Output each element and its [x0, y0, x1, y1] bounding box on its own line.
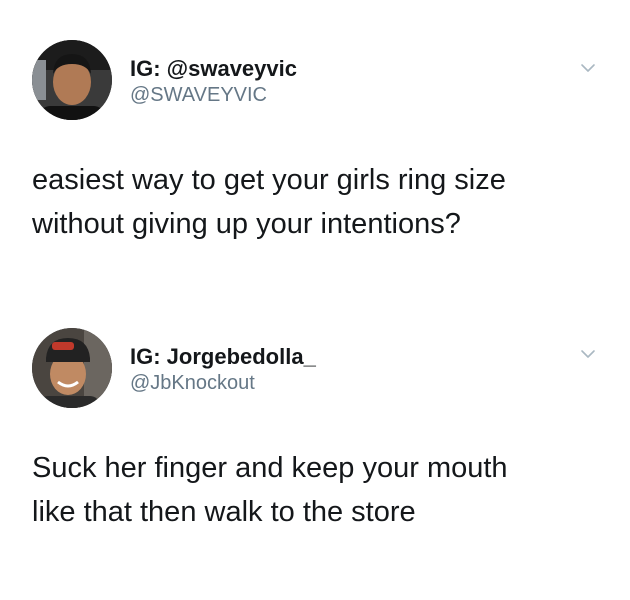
tweet-text-line: without giving up your intentions? — [32, 208, 461, 240]
tweet-text: easiest way to get your girls ring size … — [32, 158, 612, 246]
avatar[interactable] — [32, 328, 112, 408]
display-name[interactable]: IG: Jorgebedolla_ — [130, 344, 316, 370]
username-handle[interactable]: @SWAVEYVIC — [130, 84, 267, 107]
tweet-text: Suck her finger and keep your mouth like… — [32, 446, 612, 534]
tweet-text-line: easiest way to get your girls ring size — [32, 164, 506, 196]
chevron-down-icon[interactable] — [580, 346, 596, 362]
username-handle[interactable]: @JbKnockout — [130, 372, 255, 395]
avatar[interactable] — [32, 40, 112, 120]
chevron-down-icon[interactable] — [580, 60, 596, 76]
avatar-image — [32, 40, 112, 120]
tweet-text-line: Suck her finger and keep your mouth — [32, 452, 508, 484]
avatar-image — [32, 328, 112, 408]
tweet-text-line: like that then walk to the store — [32, 496, 416, 528]
display-name[interactable]: IG: @swaveyvic — [130, 56, 297, 82]
